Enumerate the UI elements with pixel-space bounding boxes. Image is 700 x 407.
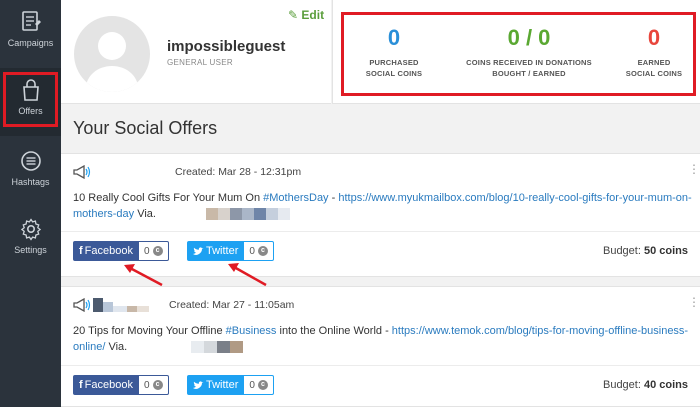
twitter-count: 0c: [244, 241, 274, 261]
budget: Budget: 40 coins: [588, 379, 688, 391]
purchased-coins-stat: 0 PURCHASED SOCIAL COINS: [349, 25, 439, 79]
gear-icon: [20, 218, 41, 241]
coin-icon: c: [257, 380, 268, 390]
budget-value: 50 coins: [643, 245, 688, 257]
stats-panel: 0 PURCHASED SOCIAL COINS 0 / 0 COINS REC…: [332, 0, 700, 104]
card-divider: [61, 231, 700, 232]
offer-text-part: 10 Really Cool Gifts For Your Mum On: [73, 192, 264, 204]
avatar: [74, 16, 150, 92]
coin-icon: c: [152, 246, 163, 256]
offer-text-part: 20 Tips for Moving Your Offline: [73, 325, 226, 337]
username: impossibleguest: [167, 38, 286, 55]
facebook-icon: f: [79, 379, 83, 391]
card-divider: [61, 365, 700, 366]
coin-icon: c: [257, 246, 268, 256]
facebook-button-label: f Facebook: [73, 241, 139, 261]
share-count: 0: [143, 245, 150, 257]
edit-label: Edit: [301, 8, 325, 22]
hashtag-link[interactable]: #Business: [226, 325, 277, 337]
megaphone-icon: [73, 165, 91, 179]
offer-card: Created: Mar 28 - 12:31pm ⋮ 10 Really Co…: [61, 153, 700, 277]
user-silhouette-icon: [86, 32, 138, 92]
twitter-button-label: Twitter: [187, 375, 245, 395]
offers-highlight-box: [3, 72, 58, 127]
earned-coins-stat: 0 EARNED SOCIAL COINS: [614, 25, 694, 79]
facebook-count: 0c: [138, 375, 169, 395]
offer-text-part: -: [328, 192, 339, 204]
budget-label: Budget:: [602, 379, 641, 391]
stat-caption: EARNED SOCIAL COINS: [614, 57, 694, 79]
via-label: Via.: [134, 208, 156, 220]
coin-icon: c: [152, 380, 163, 390]
offer-text-part: into the Online World -: [276, 325, 392, 337]
twitter-share-button[interactable]: Twitter 0c: [187, 375, 274, 395]
stat-caption: PURCHASED SOCIAL COINS: [349, 57, 439, 79]
twitter-label: Twitter: [206, 245, 239, 257]
pencil-icon: ✎: [288, 8, 299, 22]
twitter-share-button[interactable]: Twitter 0c: [187, 241, 274, 261]
facebook-label: Facebook: [84, 379, 133, 391]
pixelated-redaction: [191, 341, 243, 353]
sidebar-item-hashtags[interactable]: Hashtags: [0, 139, 61, 207]
offer-card: Created: Mar 27 - 11:05am ⋮ 20 Tips for …: [61, 286, 700, 407]
facebook-icon: f: [79, 245, 83, 257]
sidebar-item-label: Settings: [14, 245, 47, 255]
stat-caption-line: EARNED: [637, 58, 671, 67]
facebook-label: Facebook: [84, 245, 133, 257]
offer-text: 10 Really Cool Gifts For Your Mum On #Mo…: [73, 190, 693, 222]
stat-caption-line: PURCHASED: [369, 58, 419, 67]
pixelated-redaction: [206, 208, 290, 220]
twitter-button-label: Twitter: [187, 241, 245, 261]
facebook-share-button[interactable]: f Facebook 0c: [73, 241, 169, 261]
more-options-icon[interactable]: ⋮: [688, 296, 700, 308]
sidebar-item-campaigns[interactable]: Campaigns: [0, 0, 61, 68]
profile-panel: impossibleguest GENERAL USER ✎ Edit: [61, 0, 331, 104]
donations-stat: 0 / 0 COINS RECEIVED IN DONATIONS BOUGHT…: [449, 25, 609, 79]
share-count: 0: [249, 245, 255, 257]
stat-caption-line: BOUGHT / EARNED: [492, 69, 566, 78]
stat-caption-line: SOCIAL COINS: [625, 69, 683, 78]
budget: Budget: 50 coins: [588, 245, 688, 257]
stat-value: 0 / 0: [507, 25, 551, 50]
facebook-button-label: f Facebook: [73, 375, 139, 395]
share-count: 0: [143, 379, 150, 391]
created-date: Created: Mar 27 - 11:05am: [169, 299, 295, 311]
stat-caption-line: COINS RECEIVED IN DONATIONS: [466, 58, 592, 67]
blurred-avatar: [93, 298, 149, 312]
blurred-handle: [206, 207, 292, 220]
facebook-count: 0c: [138, 241, 169, 261]
twitter-count: 0c: [244, 375, 274, 395]
edit-profile-link[interactable]: ✎ Edit: [288, 8, 324, 22]
share-count: 0: [249, 379, 255, 391]
sidebar-item-settings[interactable]: Settings: [0, 207, 61, 275]
document-icon: [21, 11, 41, 31]
blurred-handle: [191, 340, 243, 353]
budget-label: Budget:: [602, 245, 641, 257]
user-role: GENERAL USER: [167, 58, 233, 67]
stat-value: 0: [387, 25, 401, 50]
twitter-label: Twitter: [206, 379, 239, 391]
stat-caption-line: SOCIAL COINS: [365, 69, 423, 78]
offer-text: 20 Tips for Moving Your Offline #Busines…: [73, 323, 693, 355]
twitter-bird-icon: [193, 380, 204, 389]
more-options-icon[interactable]: ⋮: [688, 163, 700, 175]
hashtag-link[interactable]: #MothersDay: [263, 192, 328, 204]
facebook-share-button[interactable]: f Facebook 0c: [73, 375, 169, 395]
stat-value: 0: [647, 25, 661, 50]
menu-circle-icon: [20, 151, 41, 171]
sidebar: Campaigns Offers Hashtags Settings: [0, 0, 61, 407]
stats-highlight-box: 0 PURCHASED SOCIAL COINS 0 / 0 COINS REC…: [341, 12, 696, 96]
sidebar-item-label: Hashtags: [11, 177, 50, 187]
created-date: Created: Mar 28 - 12:31pm: [175, 166, 302, 178]
via-label: Via.: [105, 341, 128, 353]
megaphone-icon: [73, 298, 91, 312]
page-title: Your Social Offers: [73, 118, 218, 138]
twitter-bird-icon: [193, 246, 204, 255]
stat-caption: COINS RECEIVED IN DONATIONS BOUGHT / EAR…: [449, 57, 609, 79]
budget-value: 40 coins: [643, 379, 688, 391]
sidebar-item-label: Campaigns: [7, 38, 54, 48]
pixelated-redaction: [93, 298, 149, 312]
